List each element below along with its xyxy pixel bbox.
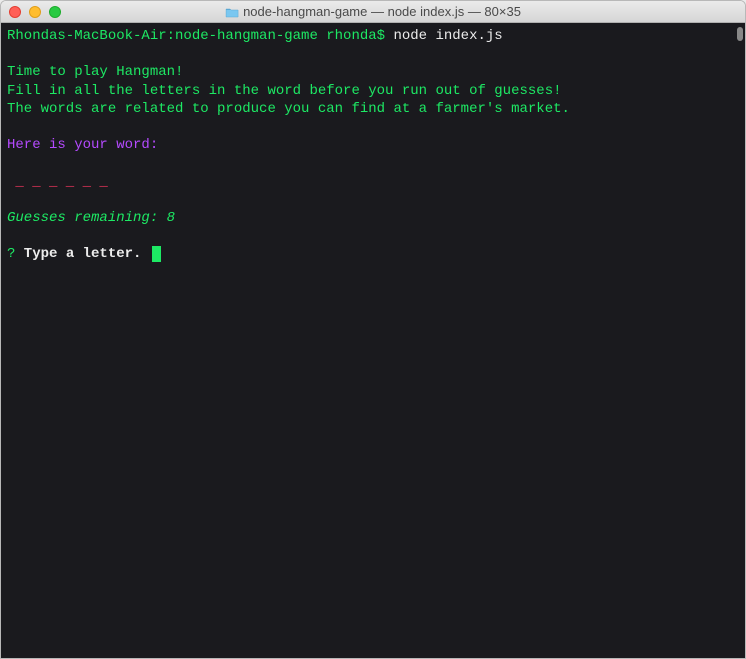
intro-line-2: Fill in all the letters in the word befo…: [7, 82, 739, 100]
scrollbar-thumb[interactable]: [737, 27, 743, 41]
word-blanks: _ _ _ _ _ _: [7, 173, 739, 191]
guesses-line: Guesses remaining: 8: [7, 209, 739, 227]
blank-line: [7, 154, 739, 172]
close-icon[interactable]: [9, 6, 21, 18]
guesses-count: 8: [167, 210, 175, 226]
blank-line: [7, 118, 739, 136]
titlebar: node-hangman-game — node index.js — 80×3…: [1, 1, 745, 23]
folder-icon: [225, 6, 239, 17]
minimize-icon[interactable]: [29, 6, 41, 18]
blank-line: [7, 45, 739, 63]
blank-line: [7, 227, 739, 245]
terminal-window: node-hangman-game — node index.js — 80×3…: [0, 0, 746, 659]
shell-prompt: Rhondas-MacBook-Air:node-hangman-game rh…: [7, 28, 385, 44]
cursor: [152, 246, 161, 262]
blank-line: [7, 191, 739, 209]
guesses-label: Guesses remaining:: [7, 210, 167, 226]
window-title: node-hangman-game — node index.js — 80×3…: [243, 4, 521, 19]
maximize-icon[interactable]: [49, 6, 61, 18]
shell-command: node index.js: [385, 28, 503, 44]
window-title-area: node-hangman-game — node index.js — 80×3…: [225, 4, 521, 19]
intro-line-1: Time to play Hangman!: [7, 63, 739, 81]
input-prompt-text: Type a letter.: [15, 246, 149, 262]
shell-prompt-line: Rhondas-MacBook-Air:node-hangman-game rh…: [7, 27, 739, 45]
word-label: Here is your word:: [7, 136, 739, 154]
intro-line-3: The words are related to produce you can…: [7, 100, 739, 118]
window-controls: [9, 6, 61, 18]
terminal-content[interactable]: Rhondas-MacBook-Air:node-hangman-game rh…: [1, 23, 745, 658]
input-prompt-line[interactable]: ? Type a letter.: [7, 245, 739, 263]
